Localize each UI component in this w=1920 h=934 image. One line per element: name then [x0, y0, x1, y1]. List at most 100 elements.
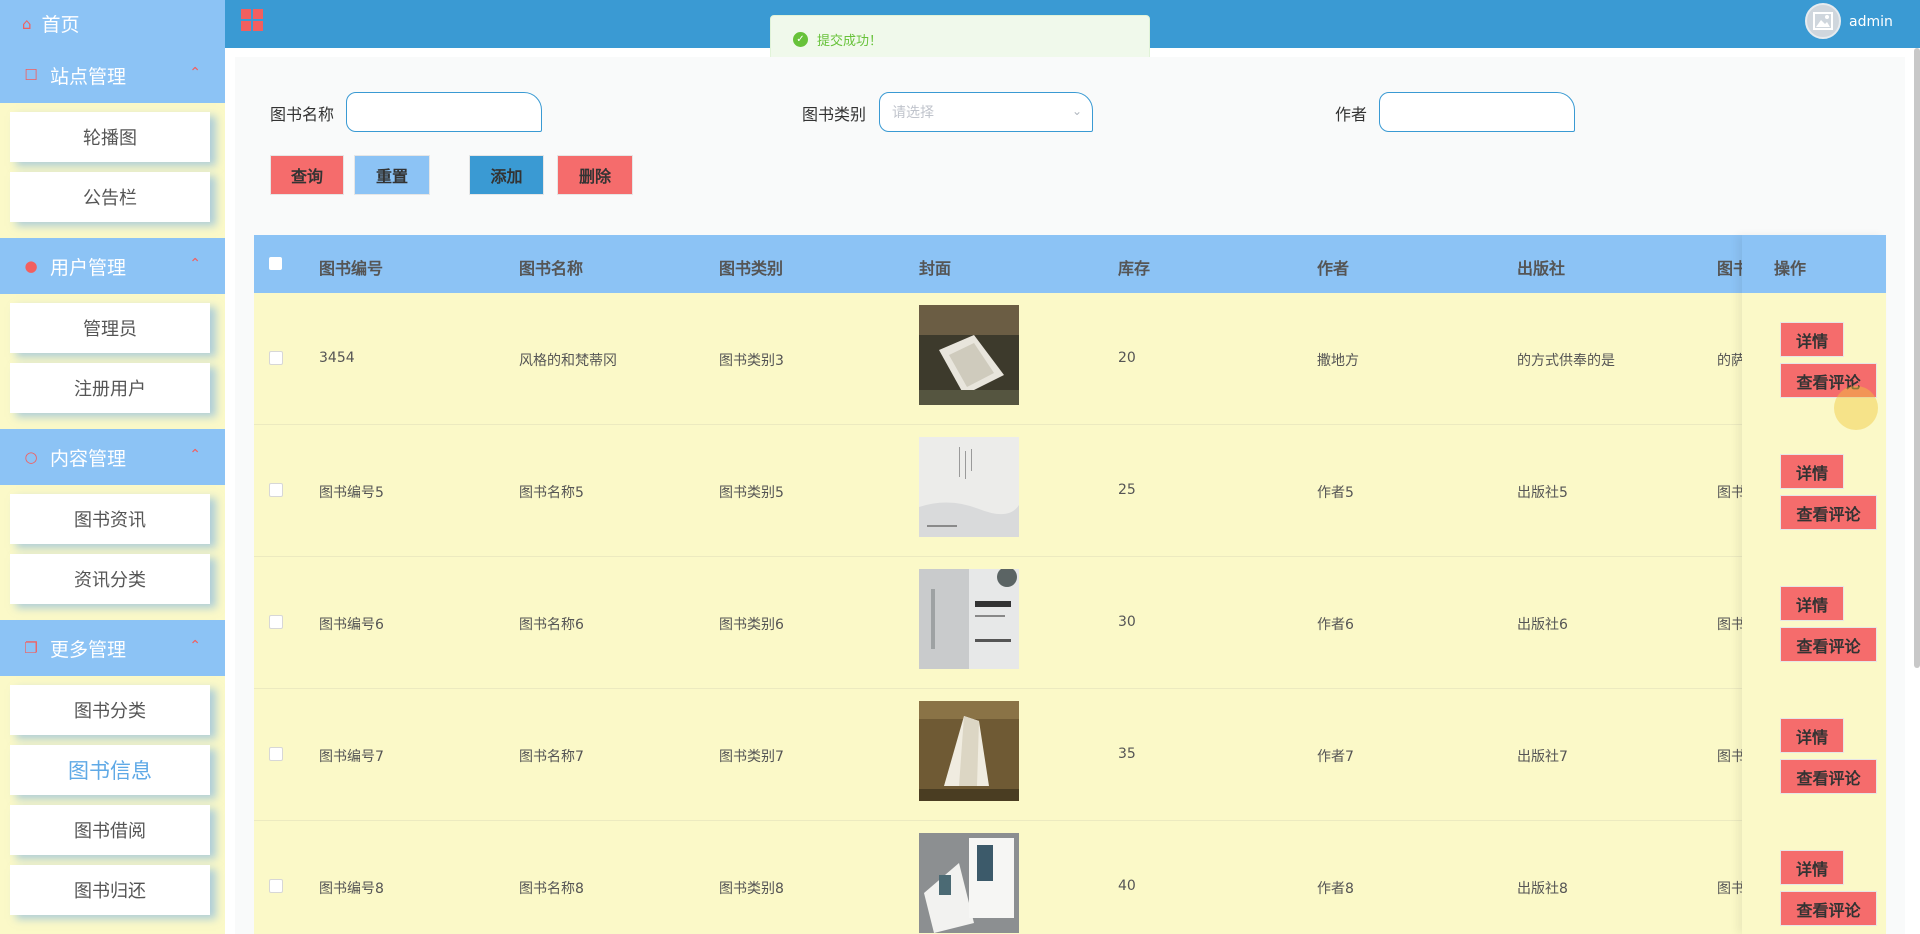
cell-publisher: 出版社6: [1517, 617, 1568, 633]
chevron-up-icon: ⌃: [189, 447, 201, 463]
row-checkbox[interactable]: [269, 351, 283, 365]
detail-button[interactable]: 详情: [1780, 850, 1844, 885]
table-row: 图书编号5 图书名称5 图书类别5 25 作者5 出版社5 图书介: [254, 425, 1885, 557]
th-book-category[interactable]: 图书类别: [719, 255, 783, 279]
sidebar-item-notice[interactable]: 公告栏: [10, 172, 210, 222]
book-name-label: 图书名称: [270, 105, 335, 124]
cell-book-name: 图书名称7: [519, 749, 584, 765]
image-icon: [1813, 12, 1833, 30]
sidebar-item-registered-users[interactable]: 注册用户: [10, 363, 210, 413]
reset-button[interactable]: 重置: [354, 155, 430, 195]
sidebar-item-home[interactable]: ⌂ 首页: [0, 0, 225, 47]
sidebar-item-carousel[interactable]: 轮播图: [10, 112, 210, 162]
chevron-up-icon: ⌃: [189, 638, 201, 654]
sidebar-group-more[interactable]: ❐ 更多管理 ⌃: [0, 620, 225, 676]
th-publisher[interactable]: 出版社: [1517, 255, 1565, 279]
cell-book-category: 图书类别7: [719, 749, 784, 765]
author-input[interactable]: [1379, 92, 1575, 132]
sidebar-group-label: 内容管理: [50, 447, 127, 470]
cell-publisher: 出版社5: [1517, 485, 1568, 501]
th-stock[interactable]: 库存: [1118, 255, 1150, 279]
detail-button[interactable]: 详情: [1780, 586, 1844, 621]
row-checkbox[interactable]: [269, 615, 283, 629]
sidebar-group-content[interactable]: ○ 内容管理 ⌃: [0, 429, 225, 485]
th-cover: 封面: [919, 259, 952, 278]
chevron-down-icon: ⌄: [1071, 104, 1082, 118]
success-toast: ✓ 提交成功！: [770, 15, 1150, 63]
avatar[interactable]: [1805, 3, 1841, 39]
cell-book-id: 图书编号7: [319, 749, 384, 765]
chat-icon: ○: [24, 448, 38, 466]
sidebar-group-label: 用户管理: [50, 256, 127, 279]
cell-publisher: 出版社8: [1517, 881, 1568, 897]
add-button[interactable]: 添加: [469, 155, 544, 195]
check-circle-icon: ✓: [793, 31, 808, 47]
sidebar-group-label: 更多管理: [50, 638, 127, 661]
book-cover-image[interactable]: [919, 569, 1019, 669]
username[interactable]: admin: [1849, 14, 1893, 30]
detail-button[interactable]: 详情: [1780, 322, 1844, 357]
view-comments-button[interactable]: 查看评论: [1780, 627, 1877, 662]
table-row: 图书编号6 图书名称6 图书类别6 30 作者6 出版社6 图书介: [254, 557, 1885, 689]
book-cover-image[interactable]: [919, 833, 1019, 933]
cell-stock: 35: [1118, 746, 1136, 762]
sidebar-item-book-category[interactable]: 图书分类: [10, 685, 210, 735]
sidebar-item-book-news[interactable]: 图书资讯: [10, 494, 210, 544]
category-select[interactable]: 请选择 ⌄: [879, 92, 1093, 132]
th-author[interactable]: 作者: [1317, 255, 1349, 279]
sidebar-group-site[interactable]: ☐ 站点管理 ⌃: [0, 47, 225, 103]
cell-author: 撒地方: [1317, 353, 1359, 369]
cell-book-name: 图书名称5: [519, 485, 584, 501]
cell-author: 作者8: [1317, 881, 1354, 897]
book-cover-image[interactable]: [919, 437, 1019, 537]
menu-grid-icon[interactable]: [241, 9, 263, 31]
cell-book-id: 图书编号8: [319, 881, 384, 897]
table-row: 图书编号7 图书名称7 图书类别7 35 作者7 出版社7 图书介: [254, 689, 1885, 821]
cell-author: 作者6: [1317, 617, 1354, 633]
category-label: 图书类别: [802, 105, 867, 124]
sidebar-item-book-return[interactable]: 图书归还: [10, 865, 210, 915]
book-name-input[interactable]: [346, 92, 542, 132]
book-cover-image[interactable]: [919, 701, 1019, 801]
chevron-up-icon: ⌃: [189, 65, 201, 81]
category-placeholder: 请选择: [892, 105, 934, 121]
sidebar-item-book-borrow[interactable]: 图书借阅: [10, 805, 210, 855]
cell-publisher: 的方式供奉的是: [1517, 353, 1615, 369]
cell-stock: 40: [1118, 878, 1136, 894]
table-row: 图书编号8 图书名称8 图书类别8 40 作者8 出版社8 图书介: [254, 821, 1885, 934]
sidebar-group-users[interactable]: ● 用户管理 ⌃: [0, 238, 225, 294]
query-button[interactable]: 查询: [270, 155, 344, 195]
sidebar-item-book-info[interactable]: 图书信息: [10, 745, 210, 795]
cell-publisher: 出版社7: [1517, 749, 1568, 765]
row-checkbox[interactable]: [269, 483, 283, 497]
detail-button[interactable]: 详情: [1780, 718, 1844, 753]
cell-book-category: 图书类别6: [719, 617, 784, 633]
book-table: 图书编号 图书名称 图书类别 封面 库存 作者 出版社 图书介 3454 风格的…: [254, 235, 1885, 934]
cell-stock: 20: [1118, 350, 1136, 366]
row-checkbox[interactable]: [269, 747, 283, 761]
cell-book-category: 图书类别3: [719, 353, 784, 369]
sidebar: ⌂ 首页 ☐ 站点管理 ⌃ 轮播图 公告栏 ● 用户管理 ⌃ 管理员 注册用户 …: [0, 0, 225, 934]
table-row: 3454 风格的和梵蒂冈 图书类别3 20 撒地方 的方式供奉的是 的萨芬: [254, 293, 1885, 425]
delete-button[interactable]: 删除: [557, 155, 633, 195]
vertical-scrollbar[interactable]: [1914, 48, 1920, 668]
view-comments-button[interactable]: 查看评论: [1780, 495, 1877, 530]
copy-icon: ❐: [24, 639, 38, 657]
book-cover-image[interactable]: [919, 305, 1019, 405]
sidebar-item-admin[interactable]: 管理员: [10, 303, 210, 353]
cell-book-id: 图书编号5: [319, 485, 384, 501]
th-book-name[interactable]: 图书名称: [519, 255, 583, 279]
cart-icon: ☐: [24, 66, 38, 84]
view-comments-button[interactable]: 查看评论: [1780, 891, 1877, 926]
th-book-id[interactable]: 图书编号: [319, 255, 383, 279]
detail-button[interactable]: 详情: [1780, 454, 1844, 489]
sidebar-group-label: 站点管理: [50, 65, 127, 88]
cell-author: 作者5: [1317, 485, 1354, 501]
sidebar-item-news-category[interactable]: 资讯分类: [10, 554, 210, 604]
row-checkbox[interactable]: [269, 879, 283, 893]
home-icon: ⌂: [22, 14, 32, 33]
view-comments-button[interactable]: 查看评论: [1780, 759, 1877, 794]
select-all-checkbox[interactable]: [269, 257, 282, 270]
cell-stock: 30: [1118, 614, 1136, 630]
cell-stock: 25: [1118, 482, 1136, 498]
